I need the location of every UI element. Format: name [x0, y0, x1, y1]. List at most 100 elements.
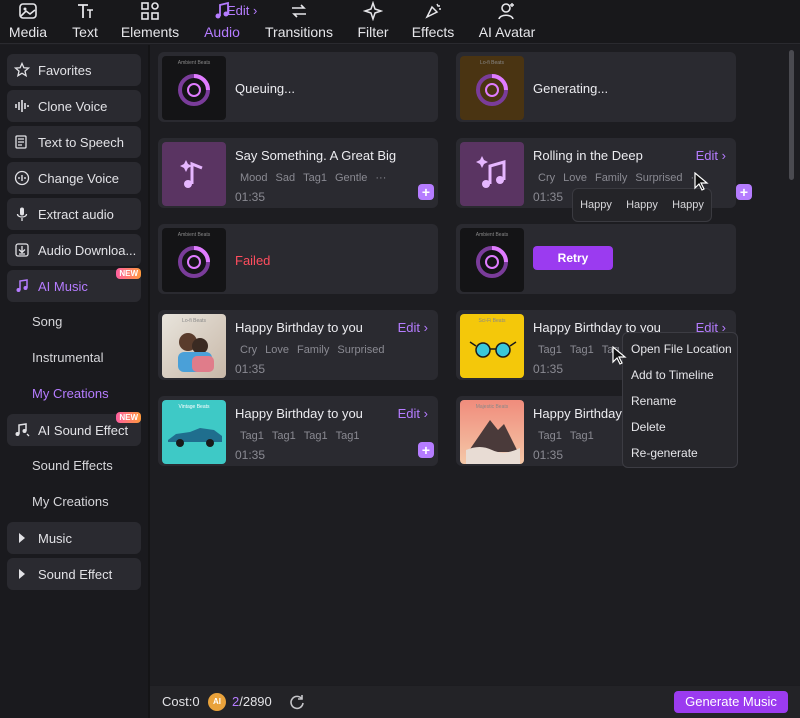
credits-total: /2890	[239, 694, 272, 709]
waveform-icon	[15, 100, 29, 112]
song-card-retry[interactable]: Ambient Beats Retry	[456, 224, 736, 294]
tags-popup: Happy Happy Happy	[572, 188, 712, 222]
text-to-speech-icon	[15, 135, 27, 149]
menu-add-to-timeline[interactable]: Add to Timeline	[623, 367, 737, 393]
filter-icon	[363, 1, 383, 21]
tab-media[interactable]: Media	[6, 0, 50, 44]
sidebar-item-label: Sound Effect	[38, 566, 113, 582]
text-icon	[78, 4, 93, 18]
tab-elements[interactable]: Elements	[120, 0, 180, 44]
tab-label: Audio	[204, 24, 240, 40]
add-button[interactable]: +	[736, 184, 752, 200]
song-card-generating[interactable]: Lo-fi Beats Generating...	[456, 52, 736, 122]
menu-rename[interactable]: Rename	[623, 393, 737, 419]
tag-option[interactable]: Happy	[672, 199, 704, 211]
sidebar-item-change-voice[interactable]: Change Voice	[7, 162, 141, 194]
tab-effects[interactable]: Effects	[411, 0, 455, 44]
edit-link[interactable]: Edit ›	[696, 148, 726, 163]
song-thumbnail	[162, 142, 226, 206]
tab-transitions[interactable]: Transitions	[263, 0, 335, 44]
song-thumbnail	[460, 142, 524, 206]
tag: Surprised	[635, 172, 683, 184]
song-card[interactable]: Vintage Beats Happy Birthday to you Edit…	[158, 396, 438, 466]
thumb-label: Sci-Fi Beats	[478, 318, 506, 324]
thumb-label: Lo-fi Beats	[480, 60, 504, 66]
retry-button[interactable]: Retry	[533, 246, 613, 270]
elements-icon	[141, 2, 159, 20]
tag-option[interactable]: Happy	[580, 199, 612, 211]
song-card-failed[interactable]: Ambient Beats Failed	[158, 224, 438, 294]
tag-option[interactable]: Happy	[626, 199, 658, 211]
menu-open-file-location[interactable]: Open File Location	[623, 341, 737, 367]
new-badge: NEW	[116, 412, 141, 423]
context-menu: Open File Location Add to Timeline Renam…	[622, 332, 738, 468]
sidebar-item-text-to-speech[interactable]: Text to Speech	[7, 126, 141, 158]
sidebar-item-extract-audio[interactable]: Extract audio	[7, 198, 141, 230]
tab-label: Effects	[411, 24, 455, 40]
tag: Love	[563, 172, 587, 184]
edit-link[interactable]: Edit ›	[398, 406, 428, 421]
song-thumbnail: Ambient Beats	[460, 228, 524, 292]
song-thumbnail: Sci-Fi Beats	[460, 314, 524, 378]
caret-right-icon	[19, 533, 25, 543]
sidebar-item-ai-sound-effect[interactable]: AI Sound Effect NEW	[7, 412, 141, 446]
tag: Family	[594, 172, 628, 184]
sidebar-item-label: AI Sound Effect	[38, 422, 129, 438]
song-tags: Cry Love Family Surprised ···	[538, 172, 701, 184]
tab-filter[interactable]: Filter	[355, 0, 391, 44]
tab-audio[interactable]: Audio Edit ›	[200, 0, 257, 44]
song-duration: 01:35	[235, 190, 266, 204]
thumb-label: Ambient Beats	[177, 60, 211, 66]
sidebar-item-audio-download[interactable]: Audio Downloa...	[7, 234, 141, 266]
sidebar-sub-instrumental[interactable]: Instrumental	[32, 350, 104, 365]
sidebar-item-sound-effect[interactable]: Sound Effect	[7, 558, 141, 590]
sidebar-sub-sound-effects[interactable]: Sound Effects	[32, 458, 113, 473]
song-card[interactable]: Lo-fi Beats Happy Birthday to you Edit ›…	[158, 310, 438, 380]
song-duration: 01:35	[235, 362, 266, 376]
sidebar-sub-song[interactable]: Song	[32, 314, 62, 329]
more-tags-button[interactable]: ···	[375, 172, 386, 184]
song-card[interactable]: Say Something. A Great Big Mood Sad Tag1…	[158, 138, 438, 208]
tab-label: Elements	[120, 24, 180, 40]
sidebar-item-label: Change Voice	[38, 170, 119, 186]
add-button[interactable]: +	[418, 184, 434, 200]
vertical-scrollbar[interactable]	[789, 50, 794, 180]
tag: Tag1	[271, 430, 296, 442]
sidebar-item-label: Audio Downloa...	[38, 242, 137, 258]
sidebar-item-favorites[interactable]: Favorites	[7, 54, 141, 86]
sidebar-item-clone-voice[interactable]: Clone Voice	[7, 90, 141, 122]
tag: Tag1	[538, 344, 562, 356]
sidebar-item-music[interactable]: Music	[7, 522, 141, 554]
audio-edit-link[interactable]: Edit ›	[227, 3, 257, 18]
tab-text[interactable]: Text	[68, 0, 102, 44]
menu-regenerate[interactable]: Re-generate	[623, 445, 737, 471]
song-thumbnail: Lo-fi Beats	[460, 56, 524, 120]
menu-delete[interactable]: Delete	[623, 419, 737, 445]
microphone-icon	[16, 207, 28, 221]
song-tags: Mood Sad Tag1 Gentle ···	[240, 172, 386, 184]
song-thumbnail: Ambient Beats	[162, 228, 226, 292]
tag: Gentle	[334, 172, 368, 184]
tag: Cry	[240, 344, 258, 356]
caret-right-icon	[19, 569, 25, 579]
tag: Tag1	[303, 172, 327, 184]
sidebar-sub-sfx-my-creations[interactable]: My Creations	[32, 494, 109, 509]
song-title: Happy Birthday to you	[235, 320, 363, 335]
song-duration: 01:35	[533, 190, 564, 204]
tab-ai-avatar[interactable]: AI Avatar	[476, 0, 538, 44]
music-note-icon	[476, 156, 506, 188]
song-status: Generating...	[533, 81, 609, 96]
refresh-icon[interactable]	[288, 693, 306, 711]
sidebar-item-label: AI Music	[38, 278, 88, 294]
song-card-queuing[interactable]: Ambient Beats Queuing...	[158, 52, 438, 122]
song-title: Happy Birthday	[533, 406, 622, 421]
sidebar-item-ai-music[interactable]: AI Music NEW	[7, 268, 141, 302]
edit-link[interactable]: Edit ›	[398, 320, 428, 335]
sidebar: Favorites Clone Voice Text to Speech Cha…	[0, 45, 148, 718]
transitions-icon	[292, 4, 306, 18]
tag: Tag1	[538, 430, 562, 442]
song-status: Queuing...	[235, 81, 295, 96]
add-button[interactable]: +	[418, 442, 434, 458]
generate-music-button[interactable]: Generate Music	[674, 691, 788, 713]
sidebar-sub-my-creations[interactable]: My Creations	[32, 386, 109, 401]
